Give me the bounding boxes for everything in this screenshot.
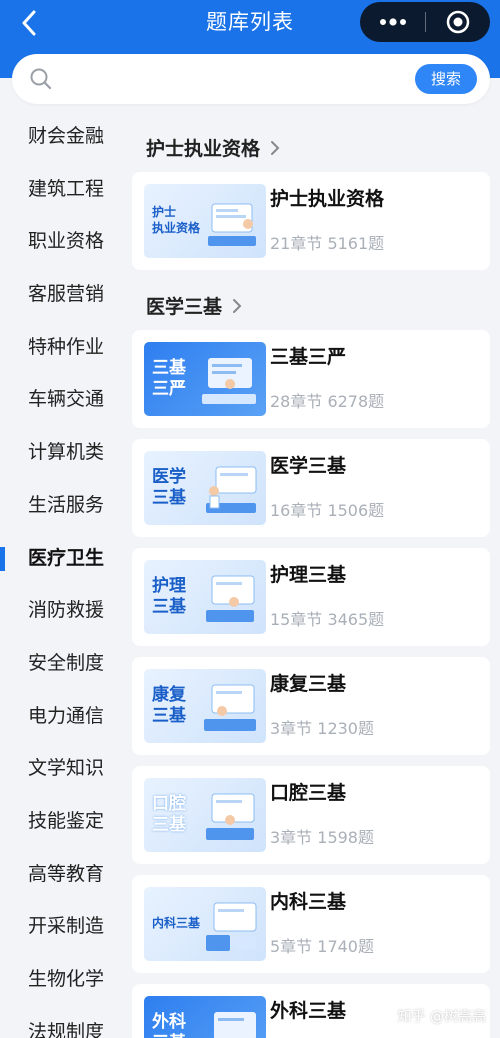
close-button[interactable]	[426, 2, 490, 42]
card-meta: 15章节 3465题	[270, 610, 385, 629]
bank-card[interactable]: 口腔 三基 口腔三基 3章节 1598题	[132, 766, 490, 864]
thumbnail-text: 外科三基	[152, 1012, 186, 1038]
card-title: 口腔三基	[270, 782, 347, 804]
card-title: 外科三基	[270, 1000, 347, 1022]
sidebar-item-jineng[interactable]: 技能鉴定	[0, 795, 122, 848]
search-button[interactable]: 搜索	[415, 64, 477, 94]
sidebar-item-yiliao[interactable]: 医疗卫生	[0, 532, 122, 585]
section-header-medical[interactable]: 医学三基	[146, 292, 242, 319]
mini-program-capsule	[360, 2, 490, 42]
target-circle-icon	[446, 10, 470, 34]
thumbnail-text: 口腔 三基	[152, 794, 186, 835]
sidebar-item-shenghuo[interactable]: 生活服务	[0, 479, 122, 532]
care-illustration-icon	[206, 575, 255, 622]
search-area: 搜索	[0, 50, 500, 110]
search-input[interactable]	[64, 64, 414, 94]
watermark: 知乎 @树高高	[397, 1009, 486, 1025]
section-title: 护士执业资格	[146, 138, 261, 160]
card-meta: 3章节 1230题	[270, 719, 374, 738]
top-bar: 题库列表	[0, 0, 500, 50]
thumbnail-text: 护理 三基	[152, 576, 186, 617]
card-meta: 16章节 1506题	[270, 501, 385, 520]
bank-card[interactable]: 三基 三严 三基三严 28章节 6278题	[132, 330, 490, 428]
thumbnail-text: 医学 三基	[152, 467, 186, 508]
card-title: 医学三基	[270, 455, 347, 477]
sidebar-item-dianli[interactable]: 电力通信	[0, 690, 122, 743]
bank-card[interactable]: 医学 三基 医学三基 16章节 1506题	[132, 439, 490, 537]
desk-illustration-icon	[202, 358, 256, 404]
card-meta: 28章节 6278题	[270, 392, 385, 411]
card-title: 护士执业资格	[270, 188, 385, 210]
thumbnail-text: 康复 三基	[152, 685, 186, 726]
card-meta: 5章节 1740题	[270, 937, 374, 956]
card-title: 内科三基	[270, 891, 347, 913]
sidebar-item-shengwu[interactable]: 生物化学	[0, 953, 122, 1006]
card-thumbnail: 护士 执业资格	[144, 184, 266, 258]
card-thumbnail: 康复 三基	[144, 669, 266, 743]
chevron-right-icon	[270, 140, 280, 156]
sidebar-item-zhiye[interactable]: 职业资格	[0, 215, 122, 268]
card-thumbnail: 医学 三基	[144, 451, 266, 525]
sidebar-item-kefu[interactable]: 客服营销	[0, 268, 122, 321]
section-title: 医学三基	[146, 296, 223, 318]
thumbnail-text: 三基 三严	[152, 358, 186, 399]
sidebar-item-wenxue[interactable]: 文学知识	[0, 742, 122, 795]
dental-illustration-icon	[206, 793, 255, 840]
sidebar-item-fagui[interactable]: 法规制度	[0, 1006, 122, 1038]
sidebar-item-caihui[interactable]: 财会金融	[0, 110, 122, 163]
chevron-right-icon	[232, 298, 242, 314]
more-dots-icon	[379, 18, 406, 26]
sidebar-item-jisuanji[interactable]: 计算机类	[0, 426, 122, 479]
card-thumbnail: 护理 三基	[144, 560, 266, 634]
nurse-illustration-icon	[208, 203, 256, 246]
surgery-illustration-icon	[214, 1012, 256, 1038]
sidebar-item-tezhong[interactable]: 特种作业	[0, 321, 122, 374]
more-button[interactable]	[360, 2, 425, 42]
sidebar-item-xiaofang[interactable]: 消防救援	[0, 584, 122, 637]
doctor-illustration-icon	[206, 466, 257, 513]
category-sidebar: 财会金融 建筑工程 职业资格 客服营销 特种作业 车辆交通 计算机类 生活服务 …	[0, 110, 122, 1038]
bank-card[interactable]: 内科三基 内科三基 5章节 1740题	[132, 875, 490, 973]
card-thumbnail: 口腔 三基	[144, 778, 266, 852]
bank-card[interactable]: 护士 执业资格 护士执业资格 21章节 5161题	[132, 172, 490, 270]
search-icon	[30, 68, 52, 90]
card-thumbnail: 内科三基	[144, 887, 266, 961]
card-thumbnail: 三基 三严	[144, 342, 266, 416]
search-bar: 搜索	[12, 54, 490, 104]
card-meta: 3章节 1598题	[270, 828, 374, 847]
sidebar-item-cheliang[interactable]: 车辆交通	[0, 373, 122, 426]
card-thumbnail: 外科三基	[144, 996, 266, 1038]
thumbnail-text: 护士 执业资格	[152, 205, 201, 235]
card-title: 三基三严	[270, 346, 347, 368]
thumbnail-text: 内科三基	[152, 916, 201, 930]
internal-medicine-illustration-icon	[206, 902, 257, 951]
bank-card[interactable]: 康复 三基 康复三基 3章节 1230题	[132, 657, 490, 755]
card-title: 护理三基	[270, 564, 347, 586]
question-bank-list: 护士执业资格 护士 执业资格 护士执业资格 21章节 5161题 医学三基 三基三…	[122, 110, 500, 1038]
card-title: 康复三基	[270, 673, 347, 695]
sidebar-item-gaodeng[interactable]: 高等教育	[0, 848, 122, 901]
card-meta: 21章节 5161题	[270, 234, 385, 253]
sidebar-item-kaicai[interactable]: 开采制造	[0, 900, 122, 953]
sidebar-item-anquan[interactable]: 安全制度	[0, 637, 122, 690]
bank-card[interactable]: 护理 三基 护理三基 15章节 3465题	[132, 548, 490, 646]
sidebar-item-jianzhu[interactable]: 建筑工程	[0, 163, 122, 216]
section-header-nurse[interactable]: 护士执业资格	[146, 134, 280, 161]
rehab-illustration-icon	[204, 684, 256, 731]
